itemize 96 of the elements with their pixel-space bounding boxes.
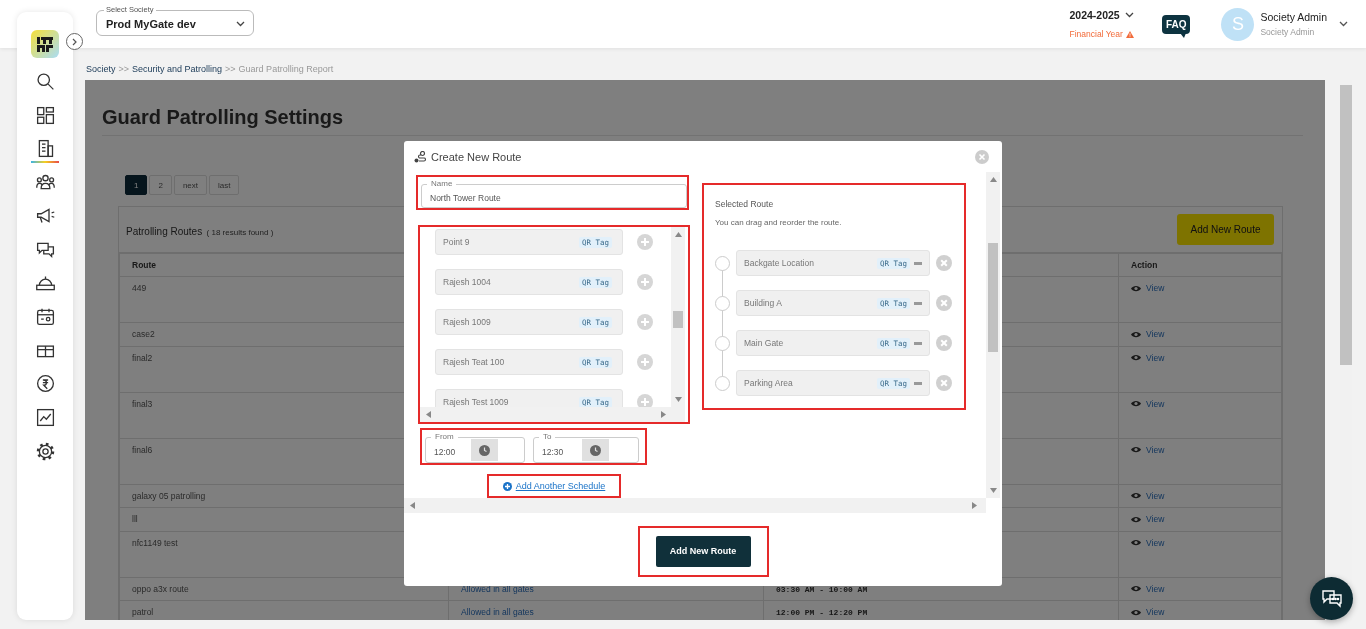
clock-icon [479,444,490,456]
modal-title: Create New Route [431,150,523,163]
vertical-scrollbar[interactable] [986,172,1000,498]
user-role: Society Admin [1260,27,1316,37]
down-arrow-icon[interactable] [989,487,997,494]
app-logo[interactable] [31,30,59,58]
page-button[interactable]: 1 [125,175,148,195]
calendar-icon [34,306,56,328]
point-name: Building A [744,298,782,308]
year-selector[interactable]: 2024-2025 [1069,9,1134,21]
horizontal-scrollbar[interactable] [420,407,685,422]
scrollbar-thumb[interactable] [673,311,683,328]
bubble-tail-icon [1180,32,1187,38]
breadcrumb-separator: >> [225,64,236,74]
financial-year-label: Financial Year [1069,29,1123,39]
horizontal-scrollbar[interactable] [404,498,986,513]
view-link[interactable]: View [1131,352,1165,363]
field-label: Name [427,179,457,188]
eye-icon [1131,446,1141,453]
eye-icon [1131,400,1141,407]
breadcrumb-link[interactable]: Security and Patrolling [132,64,223,74]
eye-icon [1131,539,1141,546]
view-link[interactable]: View [1131,398,1165,409]
up-arrow-icon[interactable] [989,176,997,183]
page-title: Guard Patrolling Settings [102,80,1303,136]
select-value: Prod MyGate dev [106,18,196,30]
chevron-down-icon [236,21,245,27]
view-link[interactable]: View [1131,583,1165,594]
field-label: To [539,432,556,441]
point-name: Point 9 [443,237,470,247]
scrollbar-thumb[interactable] [988,243,998,352]
chart-icon [34,406,56,428]
column-header: Action [1118,253,1282,277]
eye-icon [1131,608,1141,616]
view-link[interactable]: View [1131,329,1165,339]
breadcrumb-current: Guard Patrolling Report [238,64,334,74]
down-arrow-icon[interactable] [674,396,682,403]
drag-handle[interactable] [914,381,922,385]
user-name: Society Admin [1260,11,1327,23]
search-icon [34,71,56,92]
view-link[interactable]: View [1131,490,1165,501]
view-link[interactable]: View [1131,537,1165,548]
breadcrumb-separator: >> [118,64,130,74]
card-title: Patrolling Routes [126,225,203,237]
clock-button[interactable] [582,439,609,461]
hint-text: You can drag and reorder the route. [715,218,843,227]
field-label: From [431,432,458,441]
add-schedule-link[interactable]: Add Another Schedule [502,481,606,491]
chat-icon [1320,588,1343,609]
eye-icon [1131,284,1141,292]
drag-handle[interactable] [914,341,922,345]
point-name: Main Gate [744,338,784,348]
eye-icon [1131,492,1141,499]
left-arrow-icon[interactable] [425,411,432,418]
right-arrow-icon[interactable] [971,502,978,509]
grid-icon [34,104,56,126]
eye-icon [1131,354,1141,361]
view-link[interactable]: View [1131,607,1165,617]
plus-circle-icon [502,481,512,491]
table-cell: 03:30 AM - 10:00 AM [776,584,868,594]
eye-icon [1131,515,1141,523]
rupee-icon [34,373,56,395]
view-link[interactable]: View [1131,514,1165,524]
table-cell: patrol [119,600,449,620]
add-route-button[interactable]: Add New Route [1177,214,1274,245]
left-arrow-icon[interactable] [409,502,416,509]
add-route-button[interactable]: Add New Route [655,535,751,567]
logo-glyph-icon [36,35,54,53]
view-link[interactable]: View [1131,444,1165,455]
chevron-right-icon [71,37,78,46]
scrollbar-thumb[interactable] [1340,85,1352,365]
clock-button[interactable] [471,439,498,461]
settings-icon [34,440,56,462]
eye-icon [1131,585,1141,592]
view-link[interactable]: View [1131,283,1165,293]
page-button[interactable]: next [173,175,208,195]
route-icon [414,150,426,163]
up-arrow-icon[interactable] [674,231,682,238]
clock-icon [590,444,601,456]
chevron-down-icon [1124,12,1134,18]
section-title: Selected Route [715,199,775,209]
drag-handle[interactable] [914,301,922,305]
vertical-scrollbar[interactable] [671,227,685,407]
page-button[interactable]: 2 [149,175,172,195]
page-button[interactable]: last [209,175,240,195]
eye-icon [1131,330,1141,338]
right-arrow-icon[interactable] [660,411,667,418]
result-count: ( 18 results found ) [206,227,274,237]
point-name: Parking Area [744,378,793,388]
point-name: Backgate Location [744,258,814,268]
table-link[interactable]: Allowed in all gates [461,607,534,617]
breadcrumb-link[interactable]: Society [86,64,116,74]
close-icon[interactable] [975,149,989,164]
chevron-down-icon [1339,21,1348,27]
table-cell: 12:00 PM - 12:20 PM [776,608,868,617]
drag-handle[interactable] [914,261,922,265]
